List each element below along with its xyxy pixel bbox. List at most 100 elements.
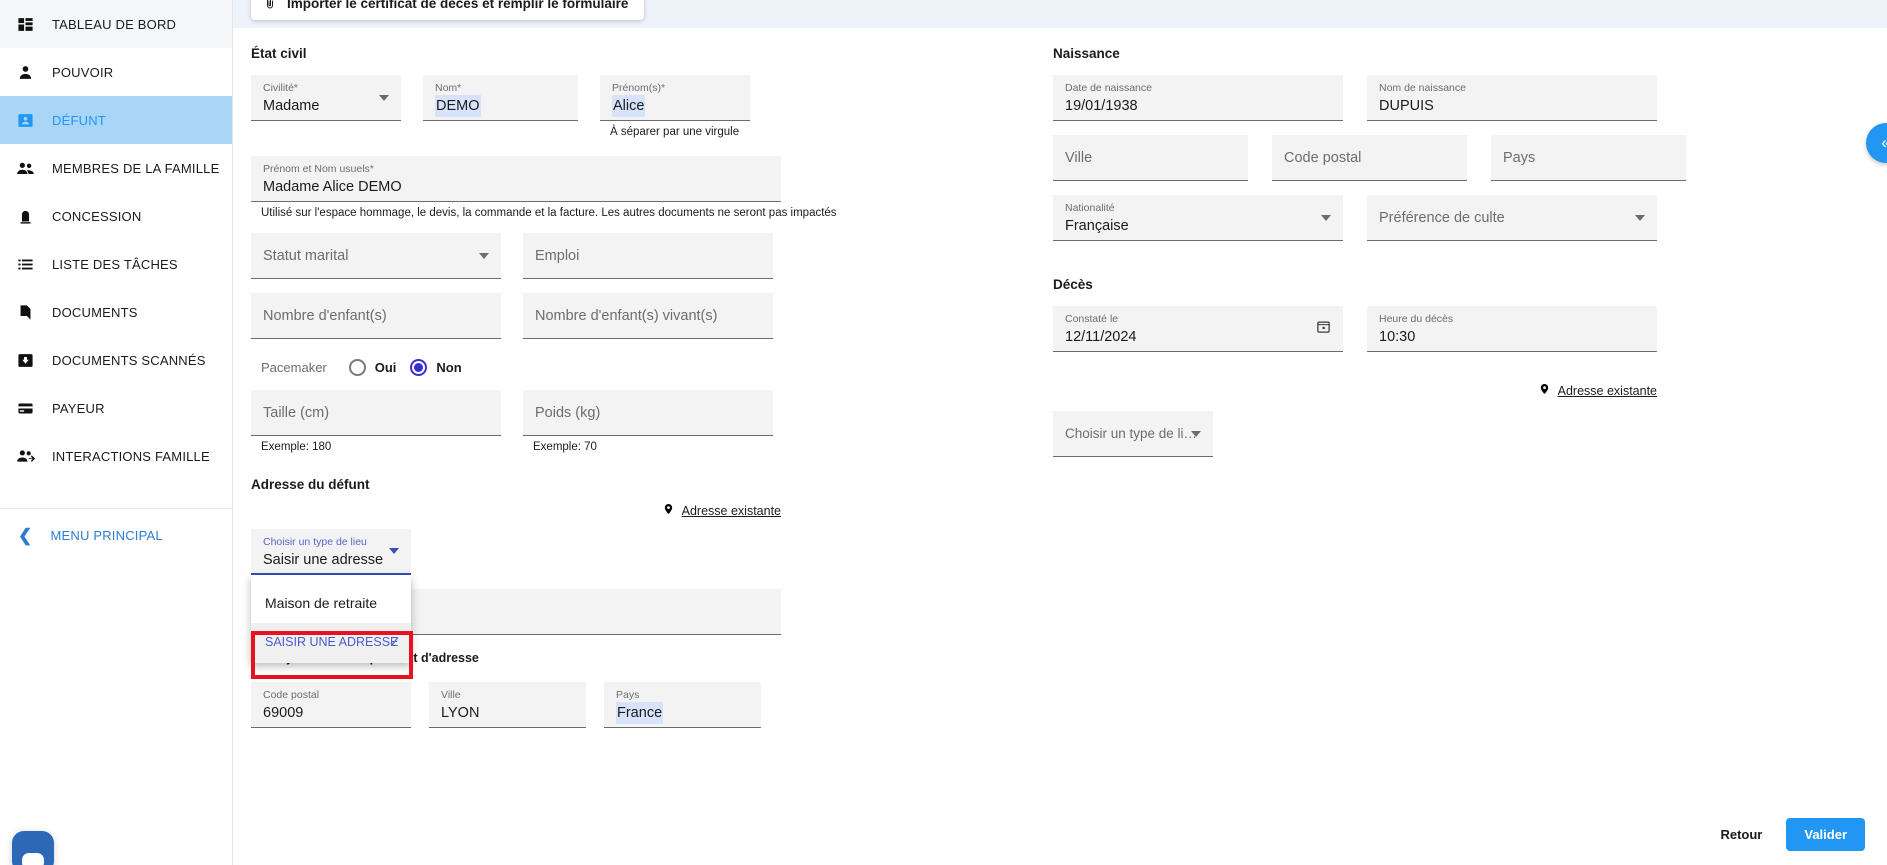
pacemaker-option-non[interactable]: Non bbox=[410, 359, 462, 376]
ville-label: Ville bbox=[441, 689, 461, 701]
type-lieu-select-deces[interactable]: Choisir un type de li… bbox=[1053, 411, 1213, 457]
nom-naissance-value: DUPUIS bbox=[1379, 98, 1434, 114]
date-naissance-field[interactable]: Date de naissance 19/01/1938 bbox=[1053, 75, 1343, 121]
heure-deces-field[interactable]: Heure du décès 10:30 bbox=[1367, 306, 1657, 352]
sidebar-item-label: DOCUMENTS bbox=[52, 304, 138, 320]
nombre-enfants-vivants-placeholder: Nombre d'enfant(s) vivant(s) bbox=[535, 307, 718, 324]
sidebar-item-documents-scannes[interactable]: DOCUMENTS SCANNÉS bbox=[0, 336, 232, 384]
heure-deces-label: Heure du décès bbox=[1379, 313, 1454, 325]
adresse-existante-row: Adresse existante bbox=[251, 502, 781, 519]
naissance-code-postal-placeholder: Code postal bbox=[1284, 149, 1362, 166]
topbar: Importer le certificat de décès et rempl… bbox=[233, 0, 1887, 28]
statut-marital-placeholder: Statut marital bbox=[263, 247, 349, 264]
nationalite-wrapper: Nationalité Française bbox=[1053, 195, 1343, 241]
naissance-pays-field[interactable]: Pays bbox=[1491, 135, 1686, 181]
pacemaker-label: Pacemaker bbox=[261, 360, 327, 375]
constate-le-wrapper: Constaté le 12/11/2024 bbox=[1053, 306, 1343, 352]
sidebar-item-payeur[interactable]: PAYEUR bbox=[0, 384, 232, 432]
prenoms-field[interactable]: Prénom(s)* Alice bbox=[600, 75, 750, 121]
calendar-icon[interactable] bbox=[1316, 319, 1331, 339]
validate-button[interactable]: Valider bbox=[1786, 818, 1865, 851]
adresse-existante-link-defunt[interactable]: Adresse existante bbox=[663, 502, 781, 519]
pays-label: Pays bbox=[616, 689, 640, 701]
people-arrow-icon bbox=[14, 445, 36, 467]
prenom-nom-usuels-label: Prénom et Nom usuels* bbox=[263, 163, 374, 175]
list-icon bbox=[14, 253, 36, 275]
sidebar-item-documents[interactable]: DOCUMENTS bbox=[0, 288, 232, 336]
dropdown-option-saisir-une-adresse[interactable]: Saisir une adresse ✓ bbox=[251, 623, 411, 663]
adresse-existante-link-deces[interactable]: Adresse existante bbox=[1539, 382, 1657, 399]
preference-culte-select[interactable]: Préférence de culte bbox=[1367, 195, 1657, 241]
type-lieu-select-defunt[interactable]: Choisir un type de lieu Saisir une adres… bbox=[251, 529, 411, 575]
person-icon bbox=[14, 61, 36, 83]
naissance-code-postal-wrapper: Code postal bbox=[1272, 135, 1467, 181]
scan-download-icon bbox=[14, 349, 36, 371]
section-title-deces: Décès bbox=[1053, 277, 1093, 292]
sidebar-item-pouvoir[interactable]: POUVOIR bbox=[0, 48, 232, 96]
pays-value: France bbox=[616, 702, 664, 724]
import-death-certificate-button[interactable]: Importer le certificat de décès et rempl… bbox=[251, 0, 645, 20]
chevron-down-icon bbox=[1635, 214, 1645, 221]
radio-unchecked-icon bbox=[348, 359, 366, 376]
pays-field[interactable]: Pays France bbox=[604, 682, 761, 728]
sidebar-item-defunt[interactable]: DÉFUNT bbox=[0, 96, 232, 144]
badge-person-icon bbox=[14, 109, 36, 131]
emploi-field[interactable]: Emploi bbox=[523, 233, 773, 279]
naissance-pays-placeholder: Pays bbox=[1503, 149, 1536, 166]
row-statut-emploi: Statut marital Emploi bbox=[251, 233, 1013, 279]
chevron-down-icon bbox=[379, 94, 389, 101]
nom-naissance-field[interactable]: Nom de naissance DUPUIS bbox=[1367, 75, 1657, 121]
heure-deces-value: 10:30 bbox=[1379, 329, 1416, 345]
dropdown-option-maison-de-retraite[interactable]: Maison de retraite bbox=[251, 583, 411, 623]
sidebar-item-concession[interactable]: CONCESSION bbox=[0, 192, 232, 240]
sidebar-item-label: POUVOIR bbox=[52, 64, 114, 80]
back-button[interactable]: Retour bbox=[1710, 821, 1772, 848]
civilite-select[interactable]: Civilité* Madame bbox=[251, 75, 401, 121]
taille-hint: Exemple: 180 bbox=[261, 441, 332, 453]
constate-le-label: Constaté le bbox=[1065, 313, 1119, 325]
emploi-wrapper: Emploi bbox=[523, 233, 773, 279]
statut-marital-select[interactable]: Statut marital bbox=[251, 233, 501, 279]
app-root: TABLEAU DE BORD POUVOIR DÉFUNT MEMBRES D… bbox=[0, 0, 1887, 865]
constate-le-field[interactable]: Constaté le 12/11/2024 bbox=[1053, 306, 1343, 352]
sidebar-item-liste-des-taches[interactable]: LISTE DES TÂCHES bbox=[0, 240, 232, 288]
dropdown-option-label: Maison de retraite bbox=[265, 595, 378, 611]
headstone-icon bbox=[14, 205, 36, 227]
nom-field[interactable]: Nom* DEMO bbox=[423, 75, 578, 121]
sidebar-item-interactions-famille[interactable]: INTERACTIONS FAMILLE bbox=[0, 432, 232, 480]
ville-wrapper: Ville LYON bbox=[429, 682, 586, 728]
pacemaker-option-oui[interactable]: Oui bbox=[348, 359, 396, 376]
nombre-enfants-field[interactable]: Nombre d'enfant(s) bbox=[251, 293, 501, 339]
poids-field[interactable]: Poids (kg) bbox=[523, 390, 773, 436]
date-naissance-wrapper: Date de naissance 19/01/1938 bbox=[1053, 75, 1343, 121]
civilite-wrapper: Civilité* Madame bbox=[251, 75, 401, 138]
nom-naissance-wrapper: Nom de naissance DUPUIS bbox=[1367, 75, 1657, 121]
nom-naissance-label: Nom de naissance bbox=[1379, 82, 1466, 94]
nombre-enfants-vivants-field[interactable]: Nombre d'enfant(s) vivant(s) bbox=[523, 293, 773, 339]
sidebar-item-membres-de-la-famille[interactable]: MEMBRES DE LA FAMILLE bbox=[0, 144, 232, 192]
taille-wrapper: Taille (cm) Exemple: 180 bbox=[251, 390, 501, 453]
naissance-ville-placeholder: Ville bbox=[1065, 149, 1093, 166]
prenoms-value: Alice bbox=[612, 95, 646, 117]
code-postal-field[interactable]: Code postal 69009 bbox=[251, 682, 411, 728]
statut-marital-wrapper: Statut marital bbox=[251, 233, 501, 279]
sidebar-item-label: TABLEAU DE BORD bbox=[52, 16, 177, 32]
ville-field[interactable]: Ville LYON bbox=[429, 682, 586, 728]
sidebar-item-tableau-de-bord[interactable]: TABLEAU DE BORD bbox=[0, 0, 232, 48]
naissance-ville-field[interactable]: Ville bbox=[1053, 135, 1248, 181]
row-naissance-date-nom: Date de naissance 19/01/1938 Nom de nais… bbox=[1053, 75, 1847, 121]
naissance-code-postal-field[interactable]: Code postal bbox=[1272, 135, 1467, 181]
main-menu-label: MENU PRINCIPAL bbox=[50, 528, 163, 543]
check-icon: ✓ bbox=[388, 634, 401, 651]
main-menu-link[interactable]: ❮ MENU PRINCIPAL bbox=[0, 509, 232, 544]
form-columns: État civil Civilité* Madame Nom* DEMO Pr… bbox=[233, 28, 1887, 728]
chat-bubble-icon[interactable] bbox=[12, 831, 54, 865]
prenom-nom-usuels-field[interactable]: Prénom et Nom usuels* Madame Alice DEMO bbox=[251, 156, 781, 202]
sidebar-item-label: LISTE DES TÂCHES bbox=[52, 256, 178, 272]
credit-card-icon bbox=[14, 397, 36, 419]
taille-field[interactable]: Taille (cm) bbox=[251, 390, 501, 436]
section-title-adresse-defunt: Adresse du défunt bbox=[251, 477, 370, 492]
nationalite-select[interactable]: Nationalité Française bbox=[1053, 195, 1343, 241]
paperclip-icon bbox=[263, 0, 277, 11]
double-chevron-left-icon[interactable]: « bbox=[1866, 123, 1887, 163]
